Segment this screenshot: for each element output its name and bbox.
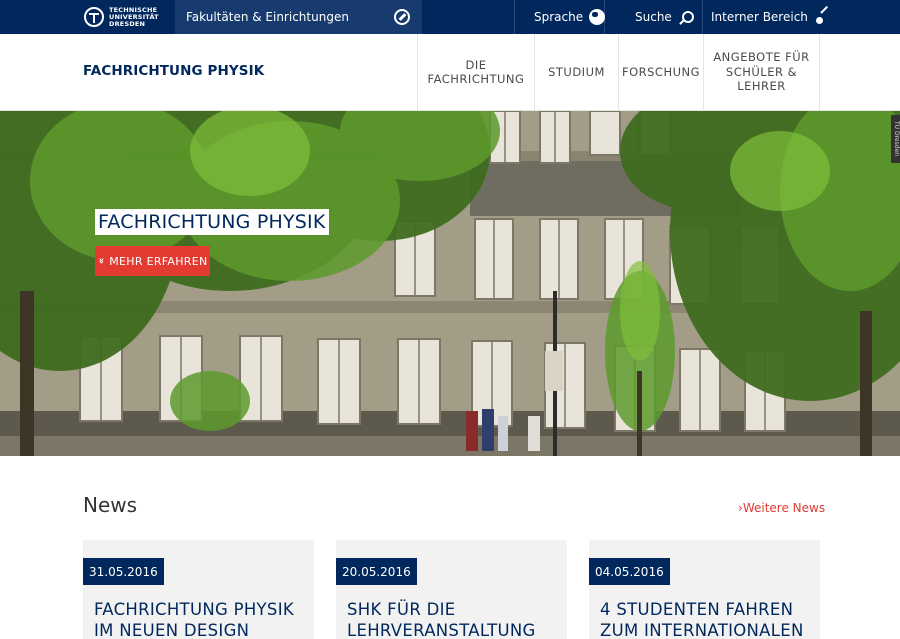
logo-line: DRESDEN xyxy=(109,19,146,28)
news-card[interactable]: 20.05.2016 SHK FÜR DIE LEHRVERANSTALTUNG xyxy=(336,540,567,639)
photo-credit: TU Dresden xyxy=(891,115,900,163)
key-icon xyxy=(815,10,830,24)
globe-icon xyxy=(589,9,606,25)
news-date-badge: 31.05.2016 xyxy=(83,558,164,585)
nav-item-studium[interactable]: STUDIUM xyxy=(534,34,618,110)
nav-item-fachrichtung[interactable]: DIE FACHRICHTUNG xyxy=(417,34,534,110)
news-card-title[interactable]: FACHRICHTUNG PHYSIK IM NEUEN DESIGN xyxy=(94,599,309,639)
search-button[interactable]: Suche xyxy=(635,0,694,34)
tu-dresden-logo[interactable]: TECHNISCHE UNIVERSITÄT DRESDEN xyxy=(84,4,159,30)
nav-item-angebote[interactable]: ANGEBOTE FÜR SCHÜLER & LEHRER xyxy=(703,34,820,110)
nav-item-forschung[interactable]: FORSCHUNG xyxy=(618,34,703,110)
more-news-label: Weitere News xyxy=(742,501,826,515)
more-info-label: MEHR ERFAHREN xyxy=(109,254,208,268)
site-title[interactable]: FACHRICHTUNG PHYSIK xyxy=(83,63,264,79)
internal-area-label: Interner Bereich xyxy=(711,10,808,24)
logo-text: TECHNISCHE UNIVERSITÄT DRESDEN xyxy=(109,6,159,28)
hero-photo xyxy=(0,111,900,456)
internal-area-button[interactable]: Interner Bereich xyxy=(711,0,830,34)
language-label: Sprache xyxy=(534,10,584,24)
news-date-badge: 04.05.2016 xyxy=(589,558,670,585)
news-heading: News xyxy=(83,493,138,517)
hero-title: FACHRICHTUNG PHYSIK xyxy=(95,209,329,235)
compass-icon xyxy=(394,9,410,25)
more-news-link[interactable]: ›Weitere News xyxy=(738,501,825,515)
faculties-menu-button[interactable]: Fakultäten & Einrichtungen xyxy=(175,0,422,34)
faculties-label: Fakultäten & Einrichtungen xyxy=(186,10,349,24)
news-card[interactable]: 04.05.2016 4 STUDENTEN FAHREN ZUM INTERN… xyxy=(589,540,820,639)
divider xyxy=(702,0,703,34)
news-card-title[interactable]: 4 STUDENTEN FAHREN ZUM INTERNATIONALEN xyxy=(600,599,815,639)
hero-banner: TU Dresden FACHRICHTUNG PHYSIK » MEHR ER… xyxy=(0,111,900,456)
news-date-badge: 20.05.2016 xyxy=(336,558,417,585)
news-card[interactable]: 31.05.2016 FACHRICHTUNG PHYSIK IM NEUEN … xyxy=(83,540,314,639)
search-label: Suche xyxy=(635,10,672,24)
more-info-button[interactable]: » MEHR ERFAHREN xyxy=(95,246,210,276)
double-chevron-icon: » xyxy=(95,257,107,265)
search-icon xyxy=(681,11,694,23)
language-button[interactable]: Sprache xyxy=(534,0,606,34)
site-header: FACHRICHTUNG PHYSIK DIE FACHRICHTUNG STU… xyxy=(0,34,900,111)
divider xyxy=(514,0,515,34)
top-bar: TECHNISCHE UNIVERSITÄT DRESDEN Fakultäte… xyxy=(0,0,900,34)
news-card-title[interactable]: SHK FÜR DIE LEHRVERANSTALTUNG xyxy=(347,599,562,639)
tu-logo-icon xyxy=(84,7,104,27)
